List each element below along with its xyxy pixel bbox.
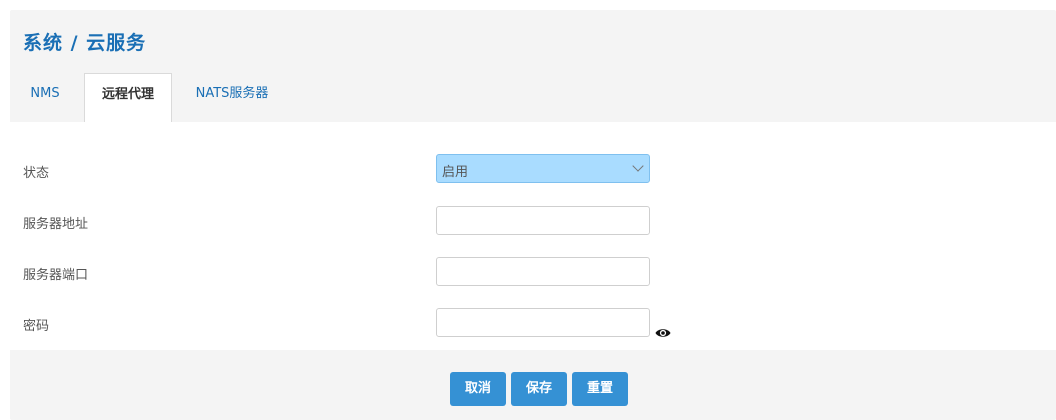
reset-button[interactable]: 重置 xyxy=(572,372,628,406)
password-input[interactable] xyxy=(436,308,650,337)
server-address-input[interactable] xyxy=(436,206,650,235)
password-label: 密码 xyxy=(23,319,50,334)
cloud-service-panel: 系统 / 云服务 NMS 远程代理 NATS服务器 状态 启用 服务器地址 服务… xyxy=(10,10,1056,420)
status-select-value: 启用 xyxy=(442,165,469,180)
status-label: 状态 xyxy=(23,166,50,181)
eye-icon[interactable] xyxy=(655,325,671,339)
page-title: 系统 / 云服务 xyxy=(23,32,147,54)
cancel-button[interactable]: 取消 xyxy=(450,372,506,406)
form-area: 状态 启用 服务器地址 服务器端口 密码 xyxy=(10,122,1056,350)
tab-bar: NMS 远程代理 NATS服务器 xyxy=(10,72,1056,123)
server-port-input[interactable] xyxy=(436,257,650,286)
button-row: 取消 保存 重置 xyxy=(10,350,1056,420)
server-port-label: 服务器端口 xyxy=(23,268,89,283)
server-address-label: 服务器地址 xyxy=(23,217,89,232)
tab-nms[interactable]: NMS xyxy=(18,73,72,123)
status-select[interactable]: 启用 xyxy=(436,154,650,183)
chevron-down-icon xyxy=(632,160,644,172)
tab-nats-server[interactable]: NATS服务器 xyxy=(180,73,284,123)
tab-remote-proxy[interactable]: 远程代理 xyxy=(84,73,172,123)
save-button[interactable]: 保存 xyxy=(511,372,567,406)
